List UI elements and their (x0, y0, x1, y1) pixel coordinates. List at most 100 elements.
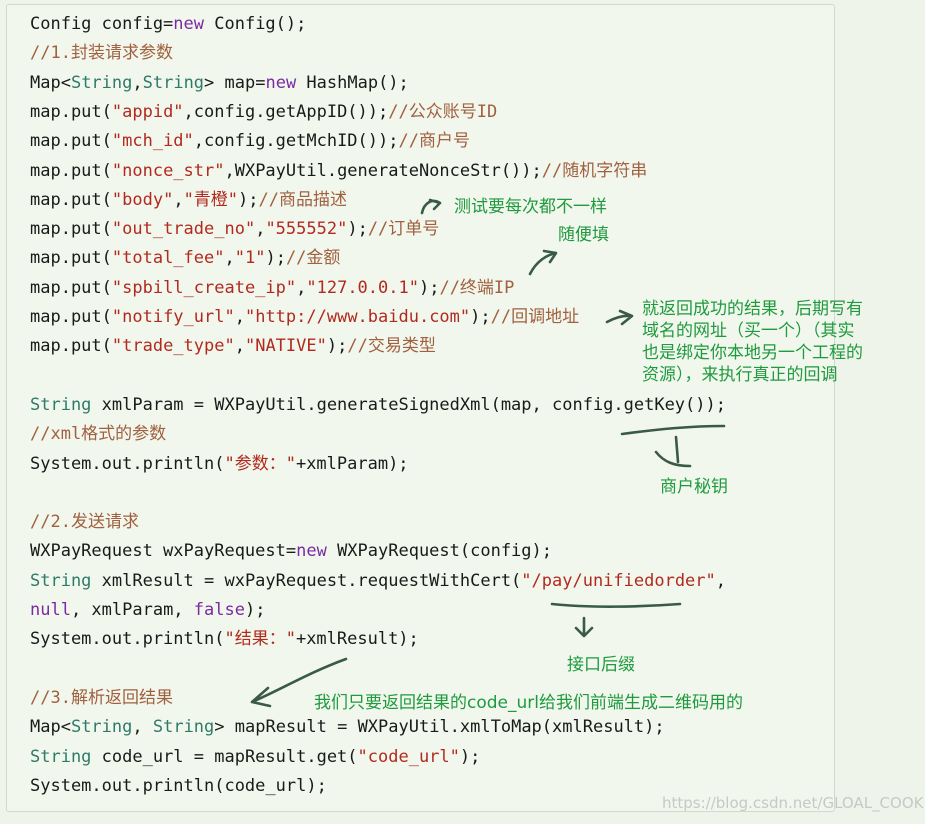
code-token: ); (238, 189, 259, 210)
code-token-ty: String (30, 570, 92, 591)
code-token: , (224, 248, 235, 269)
code-token-ty: String (30, 394, 92, 415)
code-token: , (132, 717, 153, 738)
code-token-str: "/pay/unifiedorder" (521, 570, 716, 591)
code-token: ); (418, 277, 440, 298)
code-token-cm: //订单号 (367, 219, 440, 240)
code-token-ty: String (70, 72, 133, 93)
code-token: +xmlParam); (295, 453, 409, 474)
code-line: map.put("notify_url","http://www.baidu.c… (30, 305, 579, 329)
code-token-kw: null (30, 600, 71, 620)
code-token-str: "青橙" (183, 189, 239, 210)
code-line: map.put("appid",config.getAppID());//公众账… (30, 100, 497, 124)
arrow-merchant-key (654, 435, 692, 468)
code-token-str: "参数：" (224, 453, 296, 474)
code-token-kw: false (193, 600, 245, 620)
code-line: null, xmlParam, false); (30, 598, 265, 622)
code-token-str: "notify_url" (111, 307, 235, 327)
arrow-fill-any (528, 249, 558, 276)
code-token: , xmlParam, (70, 600, 194, 620)
code-token: , (132, 72, 143, 93)
code-line: System.out.println("结果："+xmlResult); (30, 627, 419, 651)
code-line: String xmlResult = wxPayRequest.requestW… (30, 569, 726, 593)
code-line: //xml格式的参数 (30, 422, 166, 446)
code-line: //1.封装请求参数 (30, 41, 173, 65)
code-token: xmlParam = WXPayUtil.generateSignedXml(m… (91, 394, 726, 415)
code-token-cm: //2.发送请求 (30, 512, 139, 533)
code-line: map.put("out_trade_no","555552");//订单号 (30, 217, 439, 241)
code-token: map.put( (30, 101, 112, 122)
code-token: Map< (30, 717, 71, 738)
code-token-cm: //商品描述 (258, 189, 348, 210)
code-token: map.put( (30, 277, 112, 298)
code-line: System.out.println("参数："+xmlParam); (30, 452, 409, 476)
code-token-kw: new (173, 14, 205, 34)
code-line: Map<String, String> mapResult = WXPayUti… (30, 715, 665, 739)
code-token: ); (459, 746, 481, 767)
code-token-cm: //终端IP (439, 277, 515, 298)
code-line: map.put("nonce_str",WXPayUtil.generateNo… (30, 159, 647, 183)
code-token: ); (347, 219, 368, 240)
blog-watermark: https://blog.csdn.net/GLOAL_COOK (662, 794, 924, 812)
code-token-cm: //3.解析返回结果 (30, 687, 173, 708)
code-token: map.put( (30, 248, 112, 269)
code-line: String code_url = mapResult.get("code_ur… (30, 745, 480, 769)
code-line: String xmlParam = WXPayUtil.generateSign… (30, 393, 726, 417)
code-token-cm: //随机字符串 (541, 160, 648, 181)
code-line: //2.发送请求 (30, 510, 139, 534)
underline-get-key (620, 424, 726, 436)
code-token-kw: new (296, 541, 327, 562)
code-token-cm: //xml格式的参数 (30, 424, 167, 445)
code-token-str: "127.0.0.1" (306, 277, 419, 298)
code-token: +xmlResult); (295, 629, 419, 650)
code-token: WXPayRequest wxPayRequest= (30, 541, 297, 562)
code-token-str: "1" (234, 248, 266, 269)
code-token: map.put( (30, 189, 112, 210)
code-token-str: "555552" (265, 219, 348, 240)
code-token: map.put( (30, 336, 112, 357)
arrow-endpoint (574, 616, 594, 638)
code-line: WXPayRequest wxPayRequest=new WXPayReque… (30, 539, 552, 563)
code-token: ); (326, 336, 348, 357)
code-token: , (234, 336, 245, 357)
code-token-str: "mch_id" (111, 131, 194, 152)
code-token: System.out.println( (30, 629, 225, 650)
code-token: > map= (204, 72, 266, 93)
code-token-cm: //交易类型 (347, 336, 436, 357)
code-token: xmlResult = wxPayRequest.requestWithCert… (91, 570, 522, 591)
code-token: Config(); (204, 14, 307, 34)
code-token: ,config.getMchID()); (193, 131, 399, 152)
code-token: > mapResult = WXPayUtil.xmlToMap(xmlResu… (214, 717, 665, 738)
code-token: WXPayRequest(config); (326, 541, 552, 562)
code-token: code_url = mapResult.get( (91, 746, 358, 767)
code-token: System.out.println(code_url); (30, 775, 327, 796)
code-token: map.put( (30, 131, 112, 152)
code-line: map.put("spbill_create_ip","127.0.0.1");… (30, 276, 514, 300)
code-token: ); (244, 600, 266, 620)
code-token: ,WXPayUtil.generateNonceStr()); (224, 160, 542, 181)
code-token-str: "total_fee" (111, 248, 225, 269)
code-token: , (715, 570, 727, 591)
code-token-cm: //回调地址 (490, 307, 580, 327)
code-token-str: "spbill_create_ip" (111, 277, 297, 298)
code-token: ,config.getAppID()); (183, 101, 389, 122)
code-token: , (173, 189, 184, 210)
code-token: map.put( (30, 307, 112, 327)
code-token-cm: //商户号 (398, 131, 470, 152)
code-token-kw: new (265, 72, 297, 93)
code-token: System.out.println( (30, 453, 225, 474)
code-line: map.put("mch_id",config.getMchID());//商户… (30, 129, 470, 153)
code-token-ty: String (70, 717, 133, 738)
code-token: map.put( (30, 219, 112, 240)
code-token: , (296, 277, 307, 298)
code-token-ty: String (142, 72, 205, 93)
code-token-str: "trade_type" (111, 336, 235, 357)
arrow-callback (605, 309, 634, 326)
code-token: ); (470, 307, 491, 327)
code-line: map.put("body","青橙");//商品描述 (30, 188, 347, 212)
code-token: Map< (30, 72, 71, 93)
code-token-cm: //公众账号ID (388, 101, 498, 122)
code-token-str: "code_url" (357, 746, 460, 767)
code-token: , (255, 219, 266, 240)
code-token: , (234, 307, 245, 327)
